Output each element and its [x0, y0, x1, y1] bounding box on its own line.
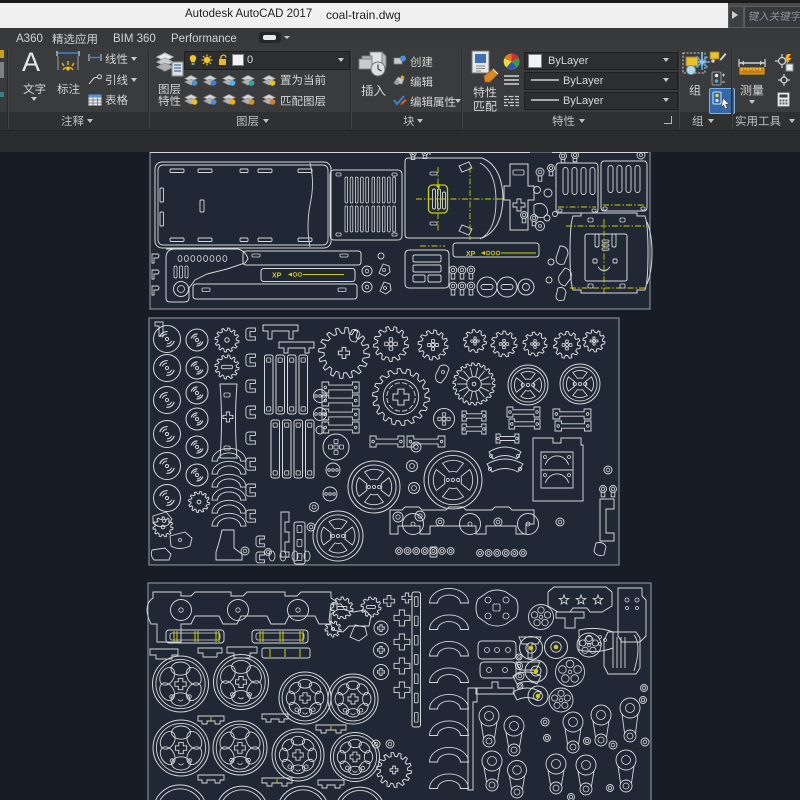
- svg-text:XP: XP: [272, 273, 282, 280]
- svg-text:XP: XP: [466, 251, 476, 258]
